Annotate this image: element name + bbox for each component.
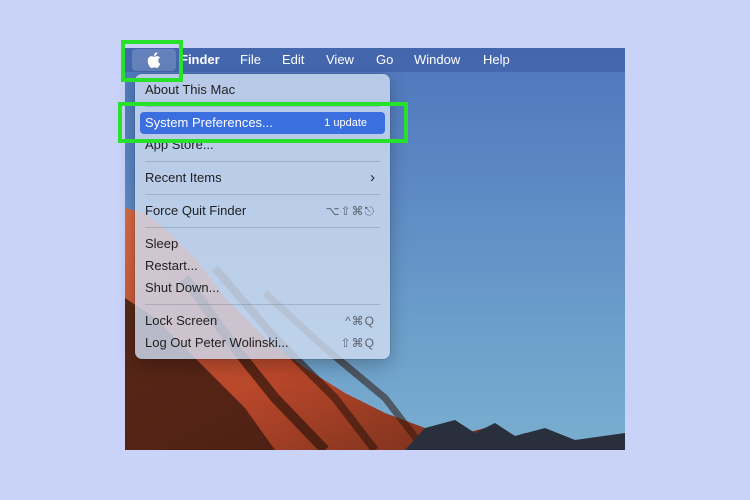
separator (145, 304, 380, 305)
highlight-box-apple-menu (121, 40, 183, 82)
force-quit-shortcut: ⌥⇧⌘⎋ (325, 204, 375, 218)
menu-item-about[interactable]: About This Mac (140, 79, 385, 101)
menu-item-force-quit[interactable]: Force Quit Finder ⌥⇧⌘⎋ (140, 200, 385, 222)
menu-file[interactable]: File (240, 48, 261, 72)
restart-label: Restart... (145, 258, 198, 273)
about-label: About This Mac (145, 82, 236, 97)
menu-item-lock-screen[interactable]: Lock Screen ^⌘Q (140, 310, 385, 332)
menu-item-sleep[interactable]: Sleep (140, 233, 385, 255)
menu-view[interactable]: View (326, 48, 354, 72)
menu-finder[interactable]: Finder (180, 48, 220, 72)
menu-edit[interactable]: Edit (282, 48, 304, 72)
recent-items-label: Recent Items (145, 170, 222, 185)
separator (145, 161, 380, 162)
menu-bar: Finder File Edit View Go Window Help (125, 48, 625, 72)
menu-item-recent-items[interactable]: Recent Items › (140, 167, 385, 189)
menu-window[interactable]: Window (414, 48, 460, 72)
menu-go[interactable]: Go (376, 48, 393, 72)
lock-screen-shortcut: ^⌘Q (345, 314, 375, 328)
lock-screen-label: Lock Screen (145, 313, 218, 328)
menu-help[interactable]: Help (483, 48, 510, 72)
log-out-shortcut: ⇧⌘Q (340, 336, 375, 350)
menu-item-log-out[interactable]: Log Out Peter Wolinski... ⇧⌘Q (140, 332, 385, 354)
shut-down-label: Shut Down... (145, 280, 220, 295)
chevron-right-icon: › (370, 169, 375, 186)
menu-item-restart[interactable]: Restart... (140, 255, 385, 277)
separator (145, 194, 380, 195)
menu-item-shut-down[interactable]: Shut Down... (140, 277, 385, 299)
log-out-label: Log Out Peter Wolinski... (145, 335, 289, 350)
sleep-label: Sleep (145, 236, 179, 251)
highlight-box-system-preferences (118, 102, 408, 143)
force-quit-label: Force Quit Finder (145, 203, 247, 218)
separator (145, 227, 380, 228)
